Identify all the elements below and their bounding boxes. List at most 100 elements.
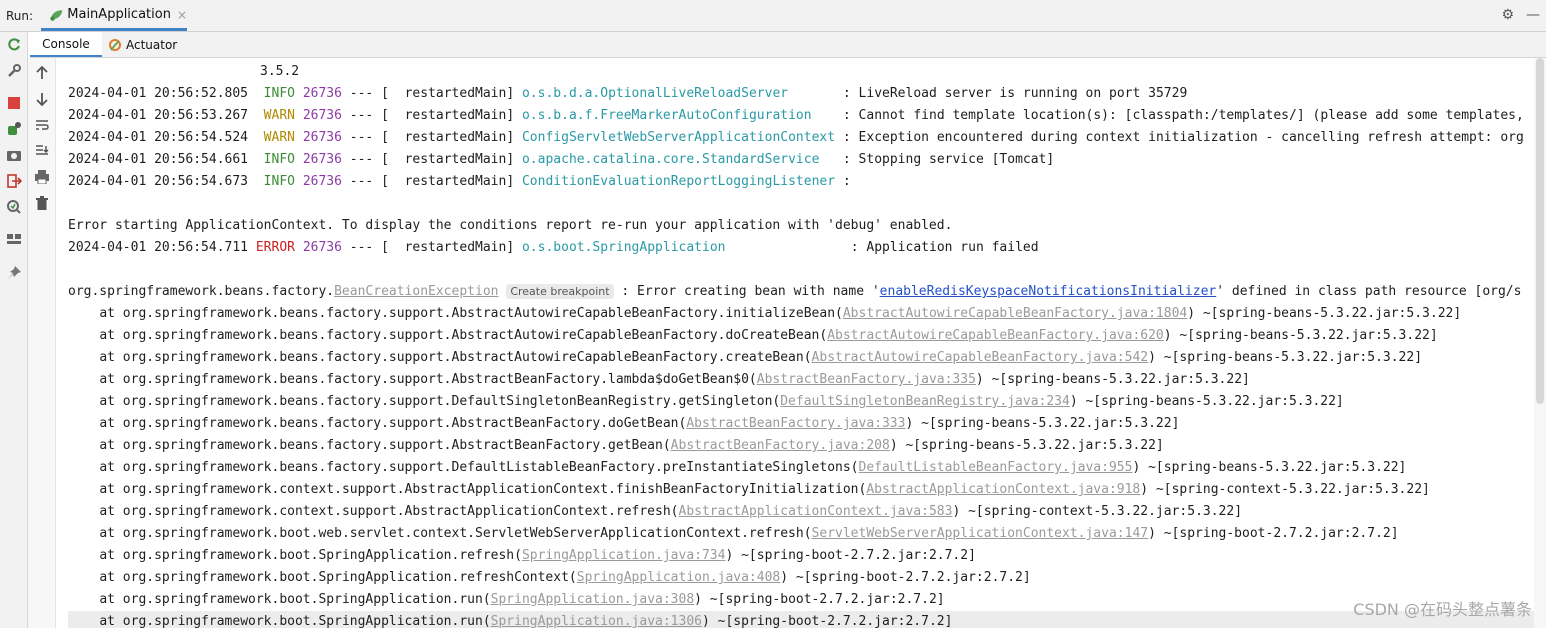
log-level: WARN (263, 108, 295, 123)
console-subtabs: Console Actuator (30, 32, 1546, 58)
log-message: Application run failed (866, 240, 1039, 255)
console-output[interactable]: 3.5.2 2024-04-01 20:56:52.805 INFO 26736… (56, 58, 1534, 628)
log-logger: o.s.b.a.f.FreeMarkerAutoConfiguration (521, 108, 812, 123)
stack-frame-call: at org.springframework.boot.SpringApplic… (99, 592, 491, 607)
run-config-title: MainApplication (67, 7, 171, 22)
stack-frame-jar: ) ~[spring-beans-5.3.22.jar:5.3.22] (1069, 394, 1344, 409)
stack-frame-jar: ) ~[spring-beans-5.3.22.jar:5.3.22] (1163, 328, 1438, 343)
stack-frame-line: at org.springframework.boot.web.servlet.… (68, 523, 1398, 545)
log-timestamp: 2024-04-01 20:56:54.524 (68, 130, 249, 145)
log-pad (819, 152, 835, 167)
banner-version-line: 3.5.2 (68, 61, 299, 83)
stack-frame-call: at org.springframework.beans.factory.sup… (99, 460, 859, 475)
stack-frame-source-link[interactable]: SpringApplication.java:408 (577, 570, 781, 585)
tab-console-label: Console (42, 36, 90, 51)
log-thread: restartedMain (404, 174, 507, 189)
pin-icon[interactable] (5, 264, 23, 282)
stack-frame-jar: ) ~[spring-boot-2.7.2.jar:2.7.2] (725, 548, 976, 563)
spring-app-icon (50, 9, 63, 21)
log-pid: 26736 (302, 86, 342, 101)
stack-frame-line: at org.springframework.beans.factory.sup… (68, 325, 1438, 347)
stack-frame-source-link[interactable]: AbstractApplicationContext.java:918 (866, 482, 1140, 497)
stack-frame-source-link[interactable]: SpringApplication.java:308 (491, 592, 695, 607)
close-tab-icon[interactable]: × (177, 8, 187, 22)
log-message: Cannot find template location(s): [class… (858, 108, 1524, 123)
log-pid: 26736 (302, 240, 342, 255)
console-gutter-toolbar (28, 58, 56, 628)
banner-version: 3.5.2 (260, 64, 300, 79)
stop-icon[interactable] (5, 94, 23, 112)
stack-frame-source-link[interactable]: DefaultListableBeanFactory.java:955 (859, 460, 1133, 475)
arrow-up-icon[interactable] (33, 64, 51, 82)
minimize-icon[interactable]: — (1526, 7, 1540, 23)
stack-frame-jar: ) ~[spring-context-5.3.22.jar:5.3.22] (1140, 482, 1430, 497)
log-pid: 26736 (302, 174, 342, 189)
stack-frame-source-link[interactable]: AbstractBeanFactory.java:335 (757, 372, 976, 387)
log-level: ERROR (255, 240, 295, 255)
stack-frame-source-link[interactable]: AbstractAutowireCapableBeanFactory.java:… (843, 306, 1187, 321)
stack-frame-source-link[interactable]: SpringApplication.java:734 (522, 548, 726, 563)
log-line: 2024-04-01 20:56:54.673 INFO 26736 --- [… (68, 174, 859, 189)
log-pid: 26736 (302, 108, 342, 123)
stack-frame-line: at org.springframework.beans.factory.sup… (68, 413, 1179, 435)
watermark: CSDN @在码头整点薯条 (1353, 600, 1532, 619)
rerun-icon[interactable] (5, 36, 23, 54)
scrollbar-thumb[interactable] (1536, 58, 1544, 404)
stack-frame-call: at org.springframework.context.support.A… (99, 482, 867, 497)
stack-frame-source-link[interactable]: AbstractApplicationContext.java:583 (679, 504, 953, 519)
stack-frame-line: at org.springframework.beans.factory.sup… (68, 303, 1461, 325)
stack-frame-line: at org.springframework.context.support.A… (68, 501, 1242, 523)
log-level: WARN (263, 130, 295, 145)
trash-icon[interactable] (33, 194, 51, 212)
run-toolwindow-header: Run: MainApplication × ⚙ — (0, 0, 1546, 32)
layout-icon[interactable] (5, 230, 23, 248)
stack-frame-source-link[interactable]: ServletWebServerApplicationContext.java:… (812, 526, 1149, 541)
stack-frame-source-link[interactable]: SpringApplication.java:1306 (491, 614, 702, 628)
print-icon[interactable] (33, 168, 51, 186)
log-timestamp: 2024-04-01 20:56:52.805 (68, 86, 249, 101)
camera-icon[interactable] (5, 146, 23, 164)
exception-class-link[interactable]: BeanCreationException (334, 284, 498, 299)
actuator-icon (109, 38, 121, 51)
soft-wrap-icon[interactable] (33, 116, 51, 134)
tab-console[interactable]: Console (30, 32, 102, 57)
error-log-line: 2024-04-01 20:56:54.711 ERROR 26736 --- … (68, 240, 1039, 255)
stack-frame-line: at org.springframework.boot.SpringApplic… (68, 567, 1030, 589)
exit-icon[interactable] (5, 172, 23, 190)
stack-frame-source-link[interactable]: DefaultSingletonBeanRegistry.java:234 (780, 394, 1070, 409)
log-line: 2024-04-01 20:56:54.661 INFO 26736 --- [… (68, 152, 1055, 167)
exception-prefix: org.springframework.beans.factory. (68, 284, 335, 299)
stack-frame-source-link[interactable]: AbstractBeanFactory.java:333 (686, 416, 905, 431)
log-level: INFO (263, 174, 295, 189)
tab-actuator-label: Actuator (126, 37, 178, 52)
stack-frame-jar: ) ~[spring-beans-5.3.22.jar:5.3.22] (889, 438, 1164, 453)
stack-frame-call: at org.springframework.beans.factory.sup… (99, 306, 843, 321)
coverage-icon[interactable] (5, 198, 23, 216)
error-start-line: Error starting ApplicationContext. To di… (68, 218, 953, 233)
debug-settings-icon[interactable] (5, 120, 23, 138)
stack-frame-source-link[interactable]: AbstractBeanFactory.java:208 (671, 438, 890, 453)
stack-frame-jar: ) ~[spring-beans-5.3.22.jar:5.3.22] (905, 416, 1180, 431)
create-breakpoint-hint[interactable]: Create breakpoint (506, 284, 614, 299)
console-scrollbar[interactable] (1534, 58, 1546, 628)
stack-frame-source-link[interactable]: AbstractAutowireCapableBeanFactory.java:… (812, 350, 1149, 365)
stack-frame-jar: ) ~[spring-beans-5.3.22.jar:5.3.22] (1132, 460, 1407, 475)
scroll-to-end-icon[interactable] (33, 142, 51, 160)
log-thread: restartedMain (404, 240, 507, 255)
gear-icon[interactable]: ⚙ (1501, 7, 1514, 23)
run-config-tab[interactable]: MainApplication × (41, 1, 187, 31)
stack-frame-call: at org.springframework.beans.factory.sup… (99, 350, 812, 365)
stack-frame-jar: ) ~[spring-context-5.3.22.jar:5.3.22] (952, 504, 1243, 519)
stack-frame-source-link[interactable]: AbstractAutowireCapableBeanFactory.java:… (827, 328, 1164, 343)
stack-frame-line: at org.springframework.boot.SpringApplic… (68, 611, 1534, 628)
bean-name-link[interactable]: enableRedisKeyspaceNotificationsInitiali… (880, 284, 1217, 299)
arrow-down-icon[interactable] (33, 90, 51, 108)
wrench-icon[interactable] (5, 62, 23, 80)
log-message: Stopping service [Tomcat] (858, 152, 1055, 167)
log-level: INFO (263, 152, 295, 167)
stack-frame-call: at org.springframework.beans.factory.sup… (99, 328, 828, 343)
stack-frame-call: at org.springframework.boot.SpringApplic… (99, 548, 522, 563)
stack-frame-line: at org.springframework.beans.factory.sup… (68, 435, 1164, 457)
log-logger: o.apache.catalina.core.StandardService (521, 152, 820, 167)
tab-actuator[interactable]: Actuator (106, 32, 177, 57)
